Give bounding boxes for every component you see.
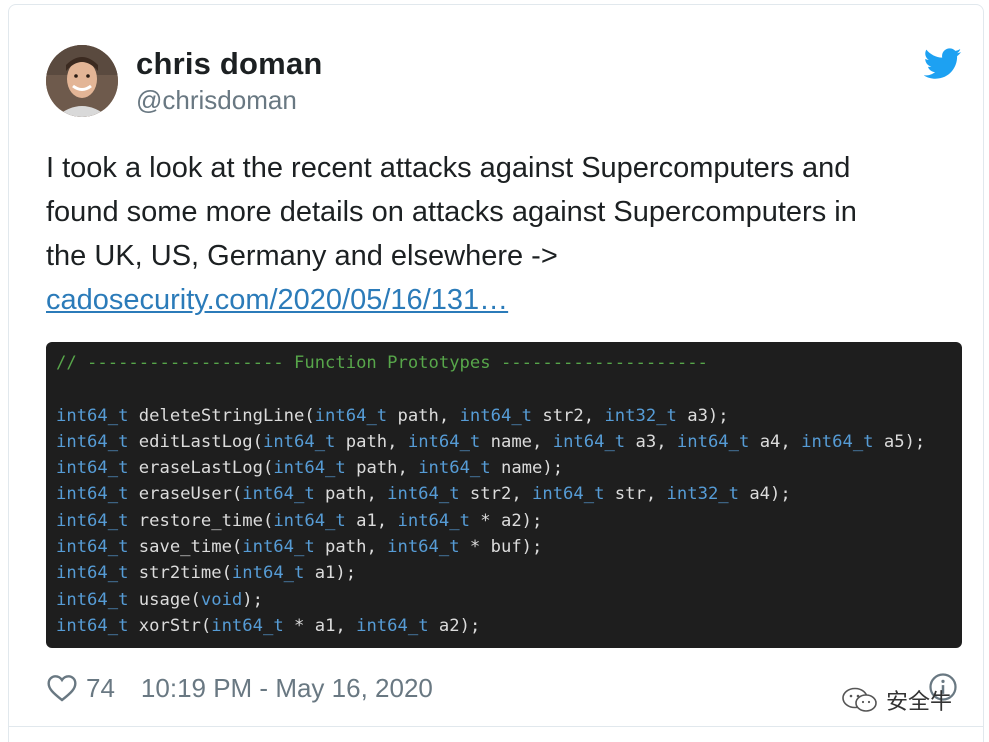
code-text-token: str, <box>604 484 667 505</box>
code-text-token: a5); <box>873 431 926 452</box>
code-text-token: name); <box>490 458 564 479</box>
code-type-token: int32_t <box>666 484 739 505</box>
code-comment: // ------------------- Function Prototyp… <box>56 353 708 373</box>
code-type-token: int64_t <box>56 484 129 505</box>
code-line: int64_t editLastLog(int64_t path, int64_… <box>46 429 962 455</box>
code-type-token: int64_t <box>532 484 605 505</box>
code-text-token: path, <box>314 484 388 505</box>
code-type-token: int64_t <box>56 458 129 479</box>
code-line: int64_t deleteStringLine(int64_t path, i… <box>46 403 962 429</box>
code-type-token: int64_t <box>273 458 346 479</box>
code-text-token: path, <box>314 537 388 558</box>
tweet-text-line: the UK, US, Germany and elsewhere -> <box>46 240 558 272</box>
code-type-token: int64_t <box>459 405 533 426</box>
wechat-icon <box>842 687 877 712</box>
code-type-token: int64_t <box>56 615 129 636</box>
watermark-text: 安全牛 <box>886 689 953 714</box>
code-type-token: int64_t <box>56 537 129 558</box>
code-type-token: int64_t <box>262 431 336 452</box>
code-type-token: int64_t <box>552 431 626 452</box>
code-text-token: a3, <box>625 431 677 452</box>
code-line: int64_t str2time(int64_t a1); <box>46 560 962 586</box>
divider <box>8 726 984 727</box>
code-text-token: * a2); <box>469 510 543 531</box>
code-text-token: deleteStringLine( <box>128 405 315 426</box>
code-text-token: str2, <box>532 405 605 426</box>
code-text-token: ); <box>242 589 263 610</box>
code-type-token: int64_t <box>211 615 284 636</box>
code-type-token: int64_t <box>273 510 346 531</box>
code-text-token: path, <box>335 431 408 452</box>
code-line: int64_t eraseUser(int64_t path, int64_t … <box>46 481 962 507</box>
code-text-token: str2, <box>459 484 533 505</box>
tweet-text: I took a look at the recent attacks agai… <box>46 146 956 322</box>
code-text-token: path, <box>387 405 460 426</box>
code-type-token: int64_t <box>418 458 491 479</box>
code-type-token: int64_t <box>314 405 388 426</box>
code-type-token: int64_t <box>242 484 315 505</box>
code-type-token: int64_t <box>56 510 129 531</box>
code-type-token: int64_t <box>231 563 305 584</box>
code-text-token: restore_time( <box>128 510 274 531</box>
code-text-token: usage( <box>128 589 201 610</box>
code-line: int64_t save_time(int64_t path, int64_t … <box>46 534 962 560</box>
tweet-link[interactable]: cadosecurity.com/2020/05/16/131… <box>46 284 508 316</box>
code-line: int64_t usage(void); <box>46 587 962 613</box>
code-text-token: a1); <box>304 563 357 584</box>
code-text-token: name, <box>480 431 553 452</box>
code-type-token: int64_t <box>387 537 460 558</box>
code-text-token: path, <box>345 458 419 479</box>
code-type-token: int64_t <box>56 563 129 584</box>
code-screenshot[interactable]: // ------------------- Function Prototyp… <box>46 342 962 648</box>
code-line: int64_t eraseLastLog(int64_t path, int64… <box>46 455 962 481</box>
tweet-timestamp[interactable]: 10:19 PM - May 16, 2020 <box>141 673 433 704</box>
code-type-token: int64_t <box>397 510 470 531</box>
code-type-token: int64_t <box>56 589 129 610</box>
code-text-token: eraseLastLog( <box>128 458 274 479</box>
code-type-token: int64_t <box>676 431 750 452</box>
code-text-token: a3); <box>676 405 729 426</box>
code-type-token: int64_t <box>387 484 460 505</box>
code-type-token: int64_t <box>801 431 874 452</box>
heart-icon[interactable] <box>46 672 78 704</box>
avatar[interactable] <box>46 45 118 117</box>
code-text-token: editLastLog( <box>128 431 263 452</box>
code-text-token: a2); <box>428 615 481 636</box>
code-text-token: * buf); <box>459 537 543 558</box>
twitter-bird-icon[interactable] <box>924 48 962 80</box>
code-type-token: int64_t <box>407 431 481 452</box>
code-text-token: save_time( <box>128 537 243 558</box>
code-type-token: int32_t <box>604 405 677 426</box>
author-name[interactable]: chris doman <box>136 46 323 82</box>
code-type-token: int64_t <box>56 405 129 426</box>
code-text-token: eraseUser( <box>128 484 243 505</box>
watermark: 安全牛 <box>840 684 952 716</box>
code-type-token: int64_t <box>56 431 129 452</box>
code-text-token: a1, <box>345 510 398 531</box>
code-type-token: int64_t <box>356 615 429 636</box>
like-count[interactable]: 74 <box>86 673 115 704</box>
code-text-token: str2time( <box>128 563 232 584</box>
code-text-token: a4, <box>749 431 802 452</box>
code-type-token: void <box>200 589 243 610</box>
tweet-footer: 74 10:19 PM - May 16, 2020 <box>46 670 433 706</box>
code-line: int64_t xorStr(int64_t * a1, int64_t a2)… <box>46 613 962 639</box>
code-text-token: a4); <box>738 484 791 505</box>
code-text-token: xorStr( <box>128 615 212 636</box>
code-text-token: * a1, <box>283 615 357 636</box>
code-line: int64_t restore_time(int64_t a1, int64_t… <box>46 508 962 534</box>
author-handle[interactable]: @chrisdoman <box>136 84 297 116</box>
tweet-text-line: I took a look at the recent attacks agai… <box>46 152 851 184</box>
code-type-token: int64_t <box>242 537 315 558</box>
tweet-text-line: found some more details on attacks again… <box>46 196 857 228</box>
